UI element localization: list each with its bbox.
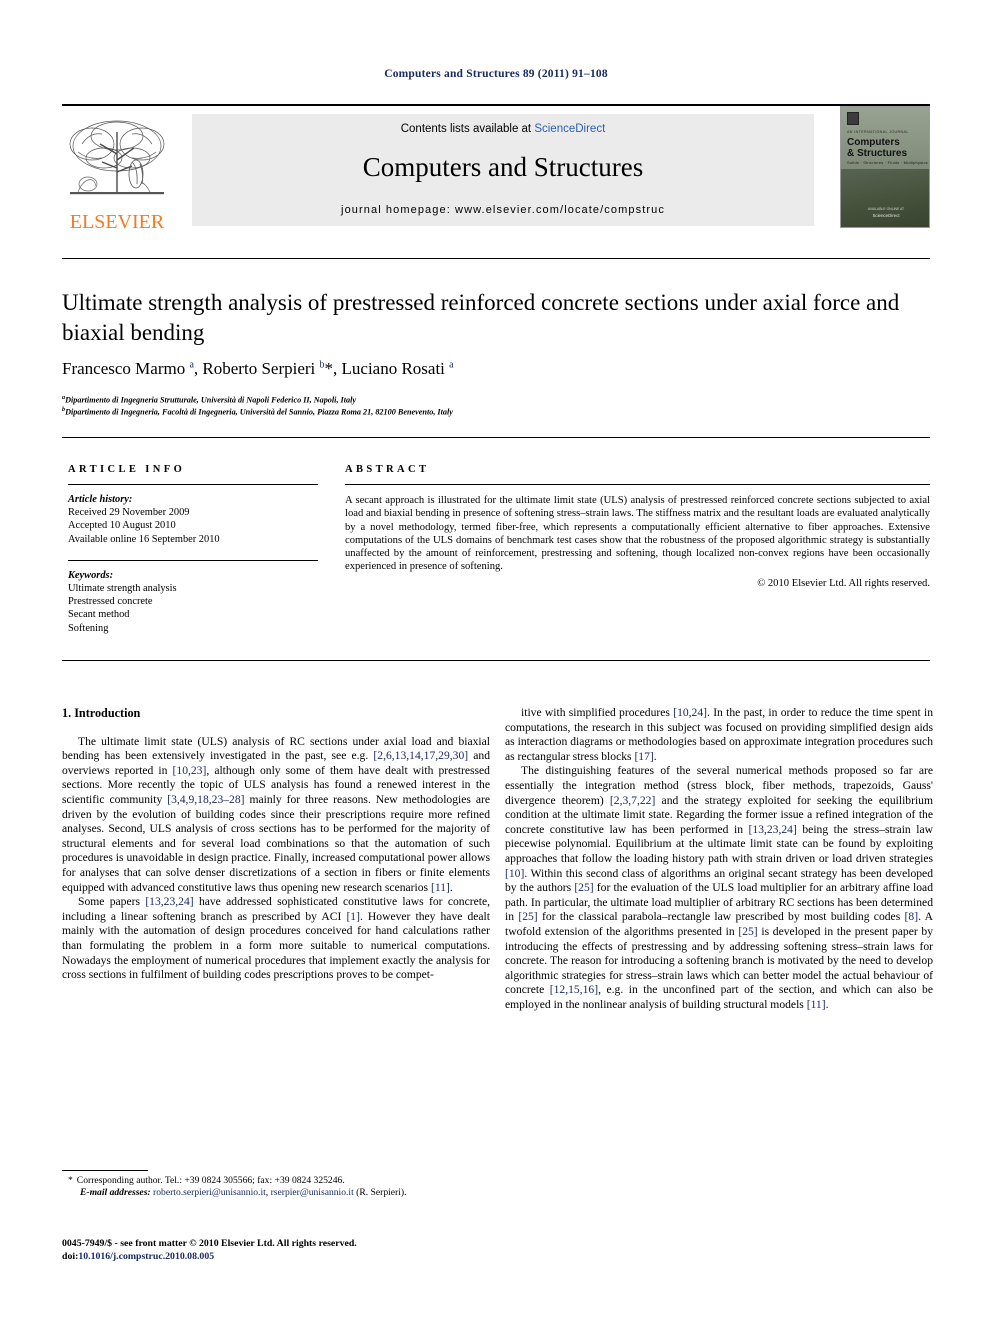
journal-homepage[interactable]: journal homepage: www.elsevier.com/locat…	[192, 204, 814, 216]
history-item: Available online 16 September 2010	[68, 533, 220, 545]
author-list: Francesco Marmo a, Roberto Serpieri b*, …	[62, 359, 454, 378]
history-item: Accepted 10 August 2010	[68, 520, 176, 532]
article-history-block: Article history: Received 29 November 20…	[68, 493, 318, 546]
asterisk-icon: *	[68, 1175, 73, 1186]
paragraph: The distinguishing features of the sever…	[505, 764, 934, 1011]
corresponding-author-text: Corresponding author. Tel.: +39 0824 305…	[76, 1175, 345, 1186]
cover-title-line1: Computers	[847, 137, 900, 148]
article-info-heading: ARTICLE INFO	[68, 464, 186, 475]
email-link-1[interactable]: roberto.serpieri@unisannio.it	[153, 1187, 266, 1198]
journal-cover-thumbnail: AN INTERNATIONAL JOURNAL Computers & Str…	[840, 106, 930, 228]
masthead-top-rule	[62, 104, 930, 106]
doi-link[interactable]: 10.1016/j.compstruc.2010.08.005	[78, 1251, 214, 1262]
history-item: Received 29 November 2009	[68, 507, 190, 519]
doi-line: doi:10.1016/j.compstruc.2010.08.005	[62, 1251, 522, 1264]
running-head: Computers and Structures 89 (2011) 91–10…	[384, 68, 608, 80]
elsevier-tree-icon	[69, 120, 165, 195]
elsevier-wordmark: ELSEVIER	[69, 211, 165, 233]
email-link-2[interactable]: rserpier@unisannio.it	[271, 1187, 354, 1198]
title-top-rule	[62, 258, 930, 259]
abstract-bottom-rule	[62, 660, 930, 661]
journal-banner: Contents lists available at ScienceDirec…	[192, 114, 814, 226]
keyword-item: Ultimate strength analysis	[68, 583, 177, 595]
cover-title-line2: & Structures	[847, 148, 908, 159]
cover-title: Computers & Structures	[847, 137, 927, 159]
abstract-copyright: © 2010 Elsevier Ltd. All rights reserved…	[757, 577, 930, 589]
keywords-rule	[68, 559, 318, 561]
affiliation-b-text: Dipartimento di Ingegneria, Facoltà di I…	[65, 407, 453, 417]
imprint-line: 0045-7949/$ - see front matter © 2010 El…	[62, 1238, 357, 1249]
keyword-item: Prestressed concrete	[68, 596, 153, 608]
keyword-item: Softening	[68, 622, 109, 634]
paragraph: Some papers [13,23,24] have addressed so…	[62, 895, 490, 982]
cover-tiny-text: AN INTERNATIONAL JOURNAL	[847, 130, 909, 134]
paragraph: The ultimate limit state (ULS) analysis …	[62, 734, 491, 894]
article-info-rule	[68, 484, 318, 485]
imprint-block: 0045-7949/$ - see front matter © 2010 El…	[62, 1238, 522, 1263]
info-top-rule	[62, 437, 930, 438]
section-heading-introduction: 1. Introduction	[62, 706, 141, 720]
contents-prefix: Contents lists available at	[400, 123, 535, 135]
keywords-block: Keywords: Ultimate strength analysis Pre…	[68, 569, 318, 635]
body-column-left: 1. Introduction The ultimate limit state…	[62, 706, 490, 983]
cover-publisher-mark	[847, 112, 859, 125]
cover-foot-brand: ScienceDirect	[872, 213, 900, 218]
article-history-label: Article history:	[68, 494, 133, 505]
elsevier-logo: ELSEVIER	[62, 114, 172, 233]
abstract-text: A secant approach is illustrated for the…	[345, 495, 930, 573]
article-title: Ultimate strength analysis of prestresse…	[62, 290, 900, 345]
abstract-column: ABSTRACT A secant approach is illustrate…	[345, 464, 930, 589]
cover-subtitle: Solids · Structures · Fluids · Multiphys…	[847, 160, 928, 165]
keywords-label: Keywords:	[68, 569, 114, 581]
paragraph: itive with simplified procedures [10,24]…	[505, 706, 934, 763]
sciencedirect-link[interactable]: ScienceDirect	[534, 123, 605, 135]
abstract-rule	[345, 484, 930, 485]
abstract-heading: ABSTRACT	[345, 464, 430, 475]
email-suffix: (R. Serpieri).	[356, 1187, 407, 1199]
cover-foot-small: AVAILABLE ONLINE AT	[867, 207, 905, 211]
footnote-block: * Corresponding author. Tel.: +39 0824 30…	[62, 1175, 490, 1200]
doi-label: doi:	[62, 1250, 79, 1262]
journal-title: Computers and Structures	[362, 152, 644, 182]
keyword-item: Secant method	[68, 609, 130, 621]
journal-masthead: ELSEVIER Contents lists available at Sci…	[62, 104, 930, 233]
email-label: E-mail addresses:	[80, 1187, 151, 1199]
contents-line: Contents lists available at ScienceDirec…	[192, 114, 814, 135]
footnote-rule	[62, 1170, 148, 1171]
corresponding-author-note: * Corresponding author. Tel.: +39 0824 30…	[62, 1175, 490, 1187]
affiliation-b: bDipartimento di Ingegneria, Facoltà di …	[62, 404, 922, 418]
article-info-column: ARTICLE INFO Article history: Received 2…	[68, 464, 318, 635]
body-column-right: itive with simplified procedures [10,24]…	[505, 706, 933, 1012]
article-page: Computers and Structures 89 (2011) 91–10…	[0, 0, 992, 1323]
email-note: E-mail addresses: roberto.serpieri@unisa…	[80, 1187, 407, 1199]
